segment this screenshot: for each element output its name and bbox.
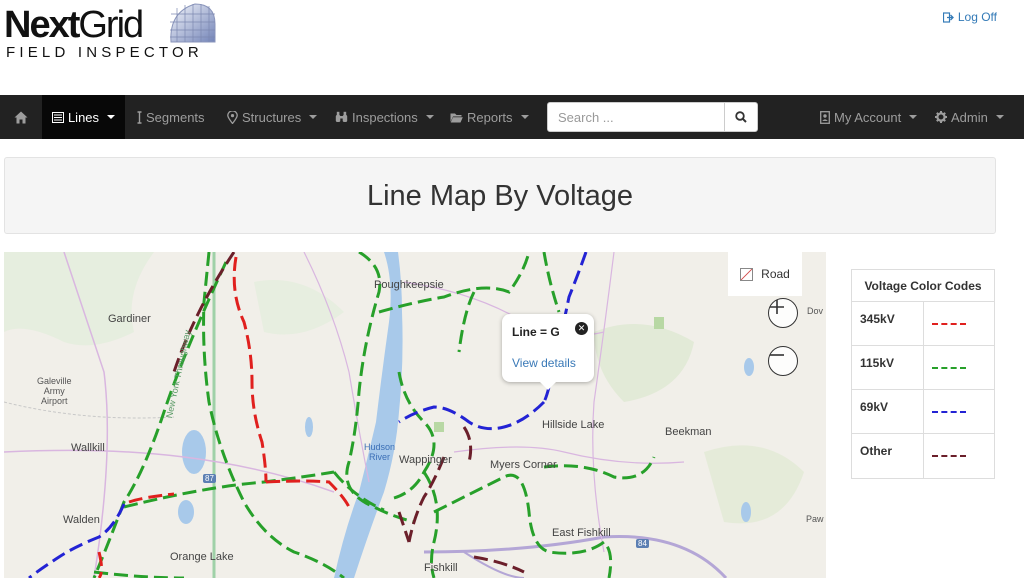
nextgrid-logo[interactable]: NextGrid FIELD INSPECTOR (4, 2, 219, 62)
page-title: Line Map By Voltage (366, 180, 633, 212)
home-icon (14, 111, 28, 123)
zoom-out-button[interactable] (768, 346, 798, 376)
place-label: Poughkeepsie (374, 279, 444, 291)
legend-swatch-115kv (932, 366, 966, 369)
chevron-down-icon (520, 115, 529, 119)
legend-row: 115kV (852, 346, 994, 390)
line-map[interactable]: Poughkeepsie Gardiner Galeville Army Air… (4, 252, 826, 578)
place-label: East Fishkill (552, 527, 611, 539)
nav-inspections[interactable]: Inspections (335, 95, 434, 139)
nav-lines[interactable]: Lines (42, 95, 125, 139)
nav-reports[interactable]: Reports (450, 95, 529, 139)
route-shield: 84 (636, 539, 649, 548)
zoom-in-button[interactable] (768, 298, 798, 328)
place-label: Hillside Lake (542, 419, 605, 431)
gear-icon (935, 111, 947, 123)
search-box (547, 102, 758, 132)
place-label: Dov (807, 306, 824, 316)
legend-swatch-345kv (932, 322, 966, 325)
place-label: Fishkill (424, 562, 458, 574)
list-icon (51, 111, 64, 123)
nav-segments[interactable]: Segments (137, 95, 205, 139)
legend-title: Voltage Color Codes (852, 270, 994, 302)
id-card-icon (820, 110, 830, 124)
place-label: Walden (63, 514, 100, 526)
nav-inspections-label: Inspections (352, 109, 418, 125)
home-button[interactable] (0, 95, 42, 139)
route-shield: 87 (203, 474, 216, 483)
nav-admin[interactable]: Admin (935, 95, 1004, 139)
search-button[interactable] (724, 103, 757, 131)
place-label: Wappinger (399, 454, 452, 466)
legend-voltage: 69kV (852, 390, 924, 433)
legend-voltage: Other (852, 434, 924, 478)
chevron-down-icon (309, 115, 318, 119)
place-label: Hudson River (364, 442, 396, 462)
map-basemap (4, 252, 826, 578)
road-map-icon (740, 267, 754, 281)
map-pin-icon (227, 110, 238, 124)
place-label: Myers Corner (490, 459, 557, 471)
map-style-toggle[interactable]: Road (728, 252, 802, 296)
map-canvas[interactable] (4, 252, 826, 578)
road-label: Road (761, 267, 790, 281)
search-input[interactable] (548, 103, 724, 131)
legend-row: 345kV (852, 302, 994, 346)
sign-out-icon (942, 11, 954, 23)
chevron-down-icon (995, 115, 1004, 119)
logo-brand: NextGrid (4, 4, 144, 46)
nav-my-account-label: My Account (834, 109, 902, 125)
navbar: Lines Segments Structures Inspections Re… (0, 95, 1024, 139)
segment-icon (137, 110, 142, 124)
legend-swatch-69kv (932, 410, 966, 413)
chevron-down-icon (107, 115, 116, 119)
chevron-down-icon (909, 115, 918, 119)
nav-segments-label: Segments (146, 109, 205, 125)
place-label: Paw (806, 514, 824, 524)
place-label: Galeville Army Airport (37, 376, 72, 406)
nav-reports-label: Reports (467, 109, 513, 125)
nav-structures-label: Structures (242, 109, 302, 125)
legend-row: Other (852, 434, 994, 478)
header: NextGrid FIELD INSPECTOR Log Off (0, 0, 1024, 95)
place-label: Orange Lake (170, 551, 234, 563)
logo-globe-icon (170, 3, 216, 43)
plus-icon (770, 300, 784, 314)
log-off-label: Log Off (957, 10, 997, 24)
minus-icon (770, 354, 784, 356)
popup-pointer (540, 382, 556, 390)
line-info-popup: Line = G ✕ View details (502, 314, 594, 390)
binoculars-icon (335, 111, 348, 122)
nav-structures[interactable]: Structures (227, 95, 318, 139)
legend-row: 69kV (852, 390, 994, 434)
place-label: Beekman (665, 426, 712, 438)
voltage-legend: Voltage Color Codes 345kV 115kV 69kV Oth… (851, 269, 995, 479)
folder-icon (450, 113, 463, 122)
legend-voltage: 345kV (852, 302, 924, 345)
place-label: Gardiner (108, 313, 151, 325)
nav-lines-label: Lines (67, 109, 100, 125)
popup-title: Line = G (512, 325, 560, 339)
page-title-panel: Line Map By Voltage (4, 157, 996, 234)
place-label: Wallkill (71, 442, 105, 454)
view-details-link[interactable]: View details (512, 356, 576, 370)
legend-swatch-other (932, 455, 966, 457)
logo-subtitle: FIELD INSPECTOR (6, 44, 203, 61)
nav-my-account[interactable]: My Account (820, 95, 918, 139)
chevron-down-icon (425, 115, 434, 119)
legend-voltage: 115kV (852, 346, 924, 389)
log-off-link[interactable]: Log Off (942, 10, 997, 24)
nav-admin-label: Admin (951, 109, 988, 125)
search-icon (735, 111, 747, 123)
close-icon[interactable]: ✕ (575, 322, 588, 335)
